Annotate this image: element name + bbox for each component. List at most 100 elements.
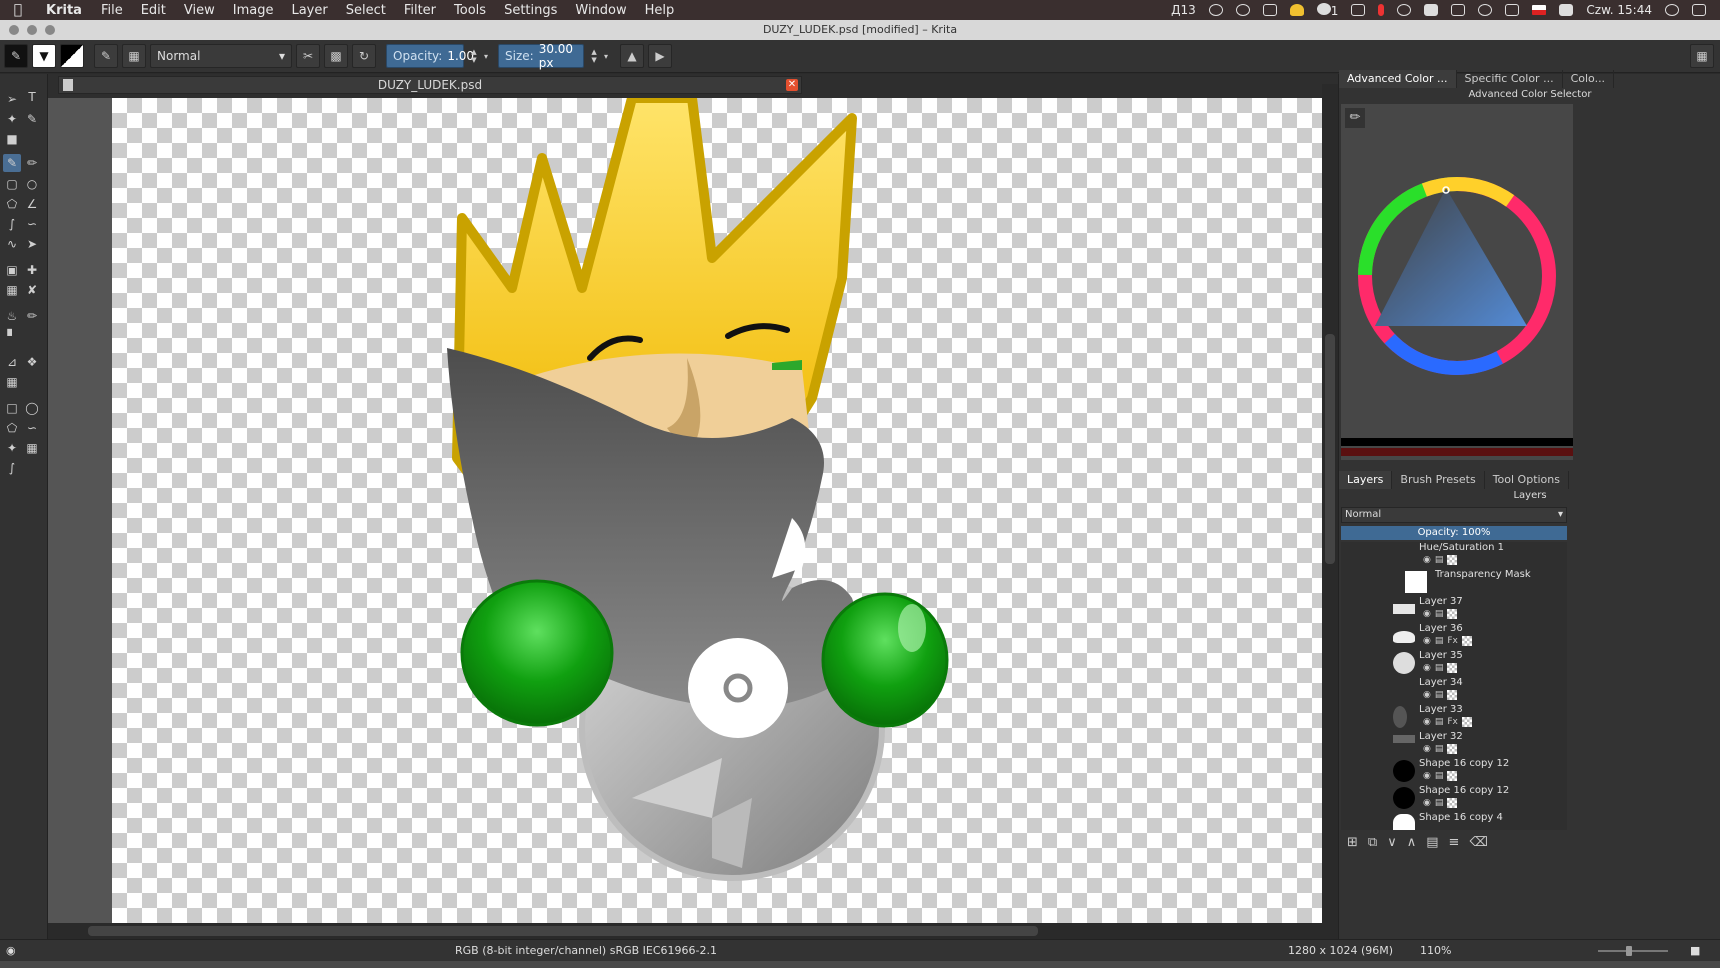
delete-layer-icon[interactable]: ⌫ <box>1469 835 1487 850</box>
tab-color-more[interactable]: Colo... <box>1563 70 1615 88</box>
alert-icon[interactable] <box>1289 4 1304 16</box>
bluetooth-icon[interactable] <box>1451 4 1466 16</box>
calligraphy-tool-icon[interactable]: ✎ <box>23 110 41 128</box>
zoom-window-icon[interactable] <box>45 25 55 35</box>
mirror-vertical-icon[interactable]: ▶ <box>648 44 673 68</box>
step-up-icon[interactable]: ▲ <box>471 48 476 56</box>
eye-icon[interactable]: ◉ <box>1423 690 1431 700</box>
time-machine-icon[interactable] <box>1397 4 1412 16</box>
line-tool-icon[interactable]: ✏ <box>23 154 41 172</box>
size-stepper[interactable]: ▲ ▼ <box>588 44 600 68</box>
lock-icon[interactable]: ▤ <box>1435 798 1444 808</box>
lock-icon[interactable]: ▤ <box>1435 717 1444 727</box>
eye-icon[interactable]: ◉ <box>1423 609 1431 619</box>
alpha-icon[interactable] <box>1447 609 1458 619</box>
notification-center-icon[interactable] <box>1692 4 1706 16</box>
assistant-tool-icon[interactable]: ✘ <box>23 281 41 299</box>
menu-select[interactable]: Select <box>337 3 395 18</box>
similar-select-tool-icon[interactable]: ▦ <box>23 439 41 457</box>
grid-tool-icon[interactable]: ▦ <box>3 373 21 391</box>
alpha-icon[interactable] <box>1447 771 1458 781</box>
lock-icon[interactable]: ▤ <box>1435 690 1444 700</box>
tab-advanced-color[interactable]: Advanced Color ... <box>1339 70 1457 88</box>
opacity-slider[interactable]: Opacity: 1.00 <box>386 44 474 68</box>
rotation-icon[interactable]: ■ <box>1690 944 1700 957</box>
fg-bg-color-icon[interactable] <box>60 44 84 68</box>
creative-cloud-icon[interactable] <box>1208 4 1223 16</box>
rectangle-tool-icon[interactable]: ▢ <box>3 175 21 193</box>
move-layer-down-icon[interactable]: ∨ <box>1387 835 1397 850</box>
edit-shapes-tool-icon[interactable]: ✦ <box>3 110 21 128</box>
menu-window[interactable]: Window <box>566 3 635 18</box>
color-wheel[interactable] <box>1341 104 1573 460</box>
ellipse-tool-icon[interactable]: ○ <box>23 175 41 193</box>
clock[interactable]: Czw. 15:44 <box>1586 3 1652 17</box>
vertical-scroll-thumb[interactable] <box>1325 334 1335 564</box>
color-picker-icon[interactable]: ✏ <box>1345 108 1365 128</box>
bezier-select-tool-icon[interactable]: ∫ <box>3 459 21 477</box>
alpha-icon[interactable] <box>1447 555 1458 565</box>
alpha-icon[interactable] <box>1447 798 1458 808</box>
layer-effect-badge[interactable]: Fx <box>1447 636 1458 646</box>
layer-row[interactable]: Layer 34 ◉ ▤ <box>1341 677 1567 704</box>
lock-icon[interactable]: ▤ <box>1435 744 1444 754</box>
minimize-window-icon[interactable] <box>27 25 37 35</box>
erase-mode-icon[interactable]: ✂ <box>296 44 320 68</box>
menu-view[interactable]: View <box>175 3 224 18</box>
layer-properties-icon[interactable]: ▤ <box>1426 835 1438 850</box>
app-menu[interactable]: Krita <box>36 3 92 18</box>
multibrush-tool-icon[interactable]: ➤ <box>23 235 41 253</box>
chevron-down-icon[interactable]: ▾ <box>484 52 488 61</box>
layer-row[interactable]: Hue/Saturation 1 ◉ ▤ <box>1341 542 1567 569</box>
menu-layer[interactable]: Layer <box>282 3 336 18</box>
bell-icon[interactable] <box>1351 4 1366 16</box>
layer-effect-badge[interactable]: Fx <box>1447 717 1458 727</box>
eye-icon[interactable]: ◉ <box>1423 663 1431 673</box>
layer-row[interactable]: Layer 32 ◉ ▤ <box>1341 731 1567 758</box>
freehand-select-tool-icon[interactable]: ∽ <box>23 419 41 437</box>
chevron-down-icon[interactable]: ▾ <box>604 52 608 61</box>
polygon-tool-icon[interactable]: ⬠ <box>3 195 21 213</box>
sync-icon[interactable] <box>1235 4 1250 16</box>
freehand-path-tool-icon[interactable]: ∽ <box>23 215 41 233</box>
select-shapes-tool-icon[interactable]: ➢ <box>3 90 21 108</box>
pattern-icon[interactable]: ✎ <box>94 44 118 68</box>
layer-row[interactable]: Transparency Mask <box>1341 569 1567 596</box>
horizontal-scrollbar[interactable] <box>48 923 1338 939</box>
spotlight-icon[interactable] <box>1665 4 1679 16</box>
keyboard-icon[interactable] <box>1424 4 1439 16</box>
menu-help[interactable]: Help <box>636 3 684 18</box>
menu-filter[interactable]: Filter <box>395 3 445 18</box>
zoom-level[interactable]: 110% <box>1420 944 1451 957</box>
brush-settings-icon[interactable]: ▦ <box>122 44 146 68</box>
document-tab[interactable]: DUZY_LUDEK.psd ✕ <box>58 76 802 94</box>
alpha-icon[interactable] <box>1447 663 1458 673</box>
apple-icon[interactable]:  <box>0 2 36 18</box>
layer-row[interactable]: Layer 37 ◉ ▤ <box>1341 596 1567 623</box>
image-canvas[interactable] <box>112 98 1373 923</box>
layer-opacity-slider[interactable]: Opacity: 100% <box>1341 526 1567 540</box>
eye-icon[interactable]: ◉ <box>1423 771 1431 781</box>
lock-icon[interactable]: ▤ <box>1435 555 1444 565</box>
lock-icon[interactable]: ▤ <box>1435 771 1444 781</box>
advanced-color-selector[interactable]: ✏ <box>1341 104 1573 460</box>
wifi-icon[interactable] <box>1478 4 1493 16</box>
layer-row[interactable]: Shape 16 copy 12 ◉ ▤ <box>1341 758 1567 785</box>
eye-icon[interactable]: ◉ <box>1423 636 1431 646</box>
eye-icon[interactable]: ◉ <box>1423 744 1431 754</box>
layer-list[interactable]: Hue/Saturation 1 ◉ ▤ Transparency Mask La… <box>1341 542 1567 830</box>
menu-edit[interactable]: Edit <box>132 3 175 18</box>
layer-options-icon[interactable]: ≡ <box>1449 835 1460 850</box>
close-document-icon[interactable]: ✕ <box>786 79 798 91</box>
layer-row[interactable]: Layer 33 ◉ ▤ Fx <box>1341 704 1567 731</box>
workspace-icon[interactable]: ▦ <box>1690 44 1714 68</box>
text-tool-icon[interactable]: T <box>23 88 41 106</box>
move-tool-icon[interactable]: ✚ <box>23 261 41 279</box>
color-picker-tool-icon[interactable]: ✏ <box>23 307 41 325</box>
size-slider[interactable]: Size: 30.00 px <box>498 42 585 70</box>
measure-tool-icon[interactable]: ⊿ <box>3 353 21 371</box>
contiguous-select-tool-icon[interactable]: ✦ <box>3 439 21 457</box>
polyline-tool-icon[interactable]: ∠ <box>23 195 41 213</box>
notification-badge[interactable]: 1 <box>1316 2 1338 18</box>
eye-icon[interactable]: ◉ <box>1423 555 1431 565</box>
